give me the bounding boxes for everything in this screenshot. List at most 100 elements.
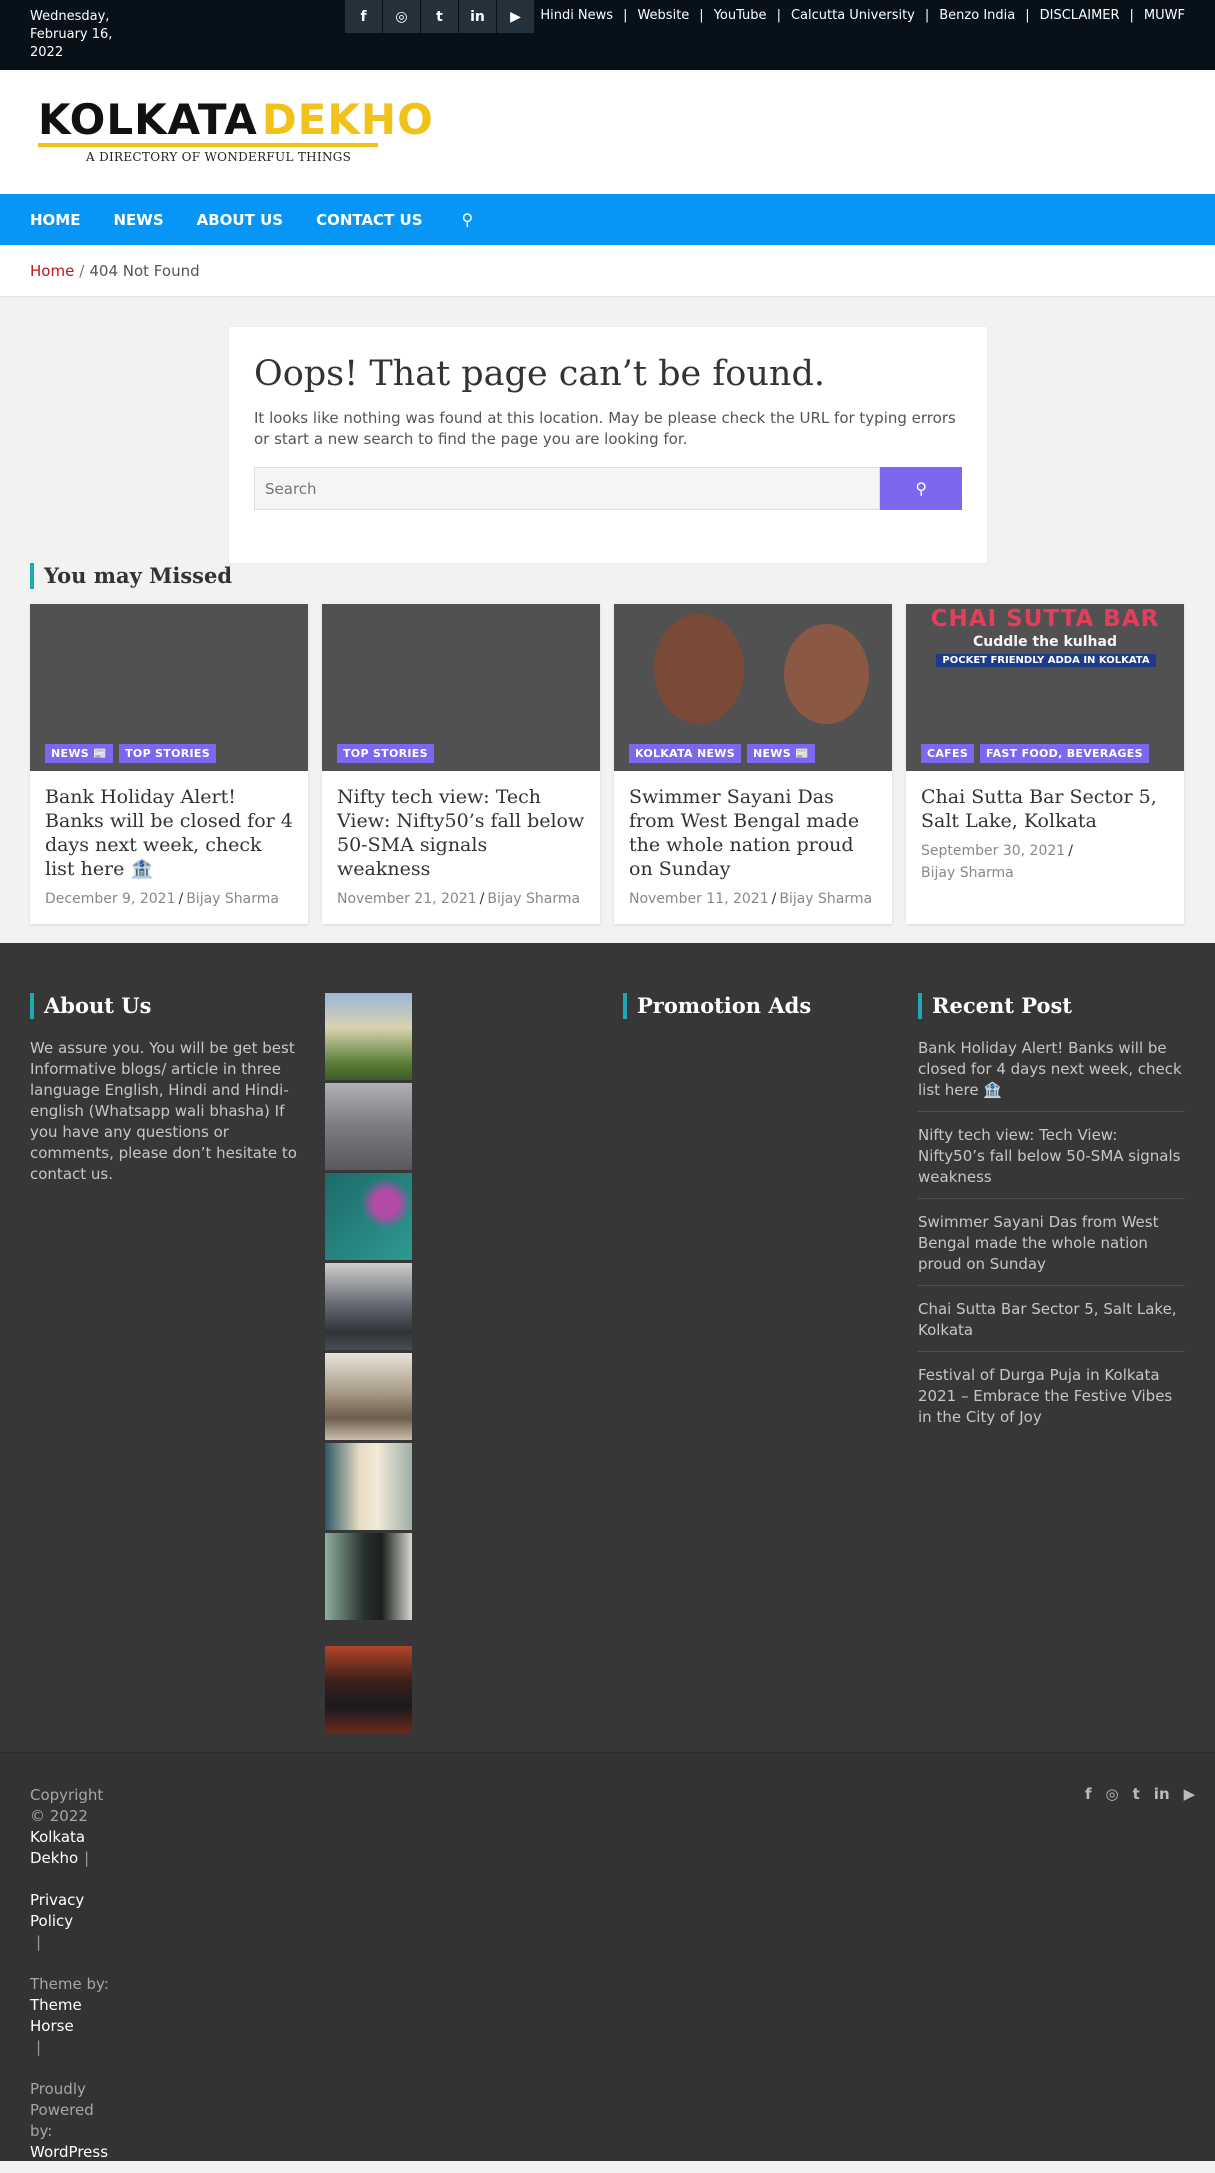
gallery-thumb[interactable]: [325, 1173, 412, 1260]
card-title[interactable]: Bank Holiday Alert! Banks will be closed…: [45, 785, 293, 881]
card-image[interactable]: TOP STORIES: [322, 604, 600, 771]
powered-by-label: Proudly Powered by:: [30, 2080, 94, 2140]
breadcrumb-current: 404 Not Found: [89, 261, 200, 280]
youtube-icon[interactable]: ▶: [1184, 1785, 1196, 1803]
widget-title-recent: Recent Post: [918, 993, 1072, 1019]
separator: |: [1025, 8, 1030, 23]
card-author[interactable]: Bijay Sharma: [186, 891, 279, 907]
photo-figure: [784, 624, 869, 724]
card-date[interactable]: December 9, 2021: [45, 891, 175, 907]
gallery-thumb[interactable]: [325, 1646, 412, 1733]
gallery-thumb[interactable]: [325, 1263, 412, 1350]
image-text-brand: CHAI SUTTA BAR: [930, 606, 1160, 632]
not-found-message: It looks like nothing was found at this …: [254, 409, 956, 448]
youtube-icon[interactable]: ▶: [497, 0, 534, 33]
logo-tagline: A DIRECTORY OF WONDERFUL THINGS: [86, 150, 352, 164]
linkedin-icon[interactable]: in: [459, 0, 496, 33]
top-link-hindi-news[interactable]: Hindi News: [540, 8, 613, 23]
missed-card[interactable]: CHAI SUTTA BAR Cuddle the kulhad POCKET …: [906, 604, 1184, 924]
separator: |: [623, 8, 628, 23]
facebook-icon[interactable]: f: [345, 0, 382, 33]
recent-post-link[interactable]: Festival of Durga Puja in Kolkata 2021 –…: [918, 1365, 1185, 1438]
site-logo[interactable]: KOLKATA DEKHO A DIRECTORY OF WONDERFUL T…: [38, 95, 433, 168]
tag-news[interactable]: NEWS 📰: [746, 744, 816, 763]
gallery-thumb[interactable]: [325, 1533, 412, 1620]
twitter-icon[interactable]: t: [1133, 1785, 1140, 1803]
theme-horse-link[interactable]: Theme Horse: [30, 1996, 82, 2035]
card-date[interactable]: November 11, 2021: [629, 891, 769, 907]
privacy-policy-link[interactable]: Privacy Policy: [30, 1891, 84, 1930]
widget-title-about: About Us: [30, 993, 151, 1019]
card-date[interactable]: September 30, 2021: [921, 843, 1065, 859]
missed-card[interactable]: KOLKATA NEWS NEWS 📰 Swimmer Sayani Das f…: [614, 604, 892, 924]
search-form: ⚲: [254, 467, 962, 510]
main-nav: HOME NEWS ABOUT US CONTACT US ⚲: [0, 194, 1215, 245]
search-input[interactable]: [254, 467, 881, 510]
gallery-thumb[interactable]: [325, 1353, 412, 1440]
tag-cafes[interactable]: CAFES: [921, 744, 975, 763]
recent-posts: Bank Holiday Alert! Banks will be closed…: [918, 1038, 1185, 1451]
search-button[interactable]: ⚲: [880, 467, 962, 510]
twitter-icon[interactable]: t: [421, 0, 458, 33]
photo-figure: [654, 614, 744, 724]
footer-widgets: About Us We assure you. You will be get …: [0, 943, 1215, 1752]
breadcrumb-home[interactable]: Home: [30, 262, 74, 280]
tag-top-stories[interactable]: TOP STORIES: [337, 744, 434, 763]
copyright-block: Copyright © 2022 Kolkata Dekho | Privacy …: [30, 1786, 109, 2161]
gallery-thumb[interactable]: [325, 1443, 412, 1530]
card-date[interactable]: November 21, 2021: [337, 891, 477, 907]
missed-card[interactable]: NEWS 📰 TOP STORIES Bank Holiday Alert! B…: [30, 604, 308, 924]
top-link-muwf[interactable]: MUWF: [1144, 8, 1185, 23]
separator: |: [924, 8, 930, 23]
gallery-thumb[interactable]: [325, 993, 412, 1080]
widget-title-promotion: Promotion Ads: [623, 993, 811, 1019]
card-title[interactable]: Swimmer Sayani Das from West Bengal made…: [629, 785, 877, 881]
card-image[interactable]: CHAI SUTTA BAR Cuddle the kulhad POCKET …: [906, 604, 1184, 771]
missed-card[interactable]: TOP STORIES Nifty tech view: Tech View: …: [322, 604, 600, 924]
logo-wordmark: KOLKATA DEKHO: [38, 95, 433, 144]
nav-contact-us[interactable]: CONTACT US: [316, 211, 422, 229]
footer-social-links: f ◎ t in ▶: [1085, 1785, 1209, 1803]
tag-top-stories[interactable]: TOP STORIES: [119, 744, 216, 763]
theme-by-label: Theme by:: [30, 1975, 109, 1993]
instagram-icon[interactable]: ◎: [383, 0, 420, 33]
site-link[interactable]: Kolkata Dekho: [30, 1828, 85, 1867]
gallery-thumb[interactable]: [325, 1083, 412, 1170]
card-image[interactable]: KOLKATA NEWS NEWS 📰: [614, 604, 892, 771]
top-social-links: f ◎ t in ▶: [345, 0, 535, 33]
instagram-icon[interactable]: ◎: [1106, 1785, 1119, 1803]
card-title[interactable]: Chai Sutta Bar Sector 5, Salt Lake, Kolk…: [921, 785, 1169, 833]
card-image[interactable]: NEWS 📰 TOP STORIES: [30, 604, 308, 771]
card-author[interactable]: Bijay Sharma: [779, 891, 872, 907]
logo-part1: KOLKATA: [38, 95, 258, 144]
tag-news[interactable]: NEWS 📰: [45, 744, 114, 763]
card-title[interactable]: Nifty tech view: Tech View: Nifty50’s fa…: [337, 785, 585, 881]
recent-post-link[interactable]: Nifty tech view: Tech View: Nifty50’s fa…: [918, 1125, 1185, 1199]
linkedin-icon[interactable]: in: [1154, 1785, 1170, 1803]
tag-fast-food[interactable]: FAST FOOD, BEVERAGES: [980, 744, 1149, 763]
logo-part2: DEKHO: [261, 95, 434, 144]
nav-about-us[interactable]: ABOUT US: [197, 211, 283, 229]
facebook-icon[interactable]: f: [1085, 1785, 1092, 1803]
recent-post-link[interactable]: Bank Holiday Alert! Banks will be closed…: [918, 1038, 1185, 1112]
recent-post-link[interactable]: Chai Sutta Bar Sector 5, Salt Lake, Kolk…: [918, 1299, 1185, 1352]
current-date: Wednesday, February 16, 2022: [30, 9, 113, 60]
top-link-disclaimer[interactable]: DISCLAIMER: [1040, 8, 1120, 23]
top-link-website[interactable]: Website: [637, 8, 689, 23]
card-meta: November 11, 2021/Bijay Sharma: [629, 891, 873, 907]
site-header: KOLKATA DEKHO A DIRECTORY OF WONDERFUL T…: [0, 70, 1215, 194]
tag-kolkata-news[interactable]: KOLKATA NEWS: [629, 744, 741, 763]
card-author[interactable]: Bijay Sharma: [921, 865, 1014, 881]
wordpress-link[interactable]: WordPress: [30, 2143, 108, 2161]
nav-home[interactable]: HOME: [30, 211, 80, 229]
top-link-calcutta-university[interactable]: Calcutta University: [791, 8, 915, 23]
separator: |: [776, 8, 781, 23]
search-icon[interactable]: ⚲: [462, 210, 474, 229]
recent-post-link[interactable]: Swimmer Sayani Das from West Bengal made…: [918, 1212, 1185, 1286]
card-author[interactable]: Bijay Sharma: [487, 891, 580, 907]
top-link-benzo-india[interactable]: Benzo India: [939, 8, 1015, 23]
top-links: Hindi News | Website | YouTube | Calcutta U…: [540, 8, 1185, 23]
card-meta: September 30, 2021/Bijay Sharma: [921, 843, 1073, 881]
nav-news[interactable]: NEWS: [113, 211, 163, 229]
top-link-youtube[interactable]: YouTube: [714, 8, 767, 23]
